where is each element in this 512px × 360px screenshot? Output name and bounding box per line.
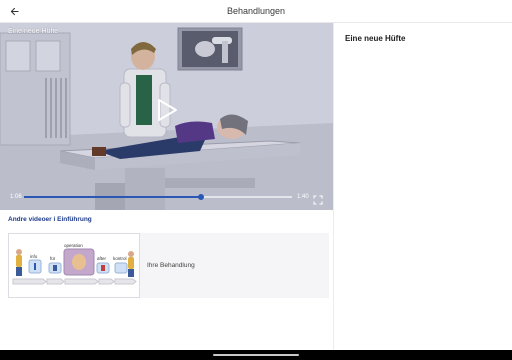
side-panel: Eine neue Hüfte	[333, 23, 512, 350]
step-label-after: after	[97, 256, 107, 261]
current-time: 1:06	[10, 194, 22, 200]
seek-bar[interactable]	[24, 194, 292, 200]
back-button[interactable]	[5, 3, 23, 20]
seek-progress	[24, 196, 201, 198]
home-indicator[interactable]	[213, 354, 299, 356]
system-navigation-bar	[0, 350, 512, 360]
step-label-operation: operation	[64, 243, 83, 248]
duration: 1:40	[297, 194, 309, 200]
seek-handle[interactable]	[197, 194, 204, 200]
fullscreen-button[interactable]	[313, 192, 323, 205]
play-icon	[158, 99, 177, 121]
step-label-info: info	[30, 254, 38, 259]
step-label-fur: für	[50, 256, 56, 261]
arrow-left-icon	[10, 7, 19, 16]
page-title: Behandlungen	[226, 6, 286, 16]
related-videos-heading: Andre videoer i Einführung	[8, 216, 92, 223]
fullscreen-icon	[313, 195, 323, 205]
related-video-title: Ihre Behandlung	[147, 262, 195, 269]
step-label-kontrol: kontrol	[113, 256, 127, 261]
video-thumbnail: info für operation after kontrol	[8, 233, 140, 298]
related-video-card[interactable]: info für operation after kontrol Ihre Be…	[8, 233, 329, 298]
top-app-bar: Behandlungen	[0, 0, 512, 23]
side-panel-title: Eine neue Hüfte	[345, 34, 406, 43]
play-button[interactable]	[154, 97, 180, 123]
video-player[interactable]: Eine neue Hüfte 1:06 1:40	[0, 23, 333, 210]
app-root: Behandlungen Eine neue Hüfte 1:06 1:40 A…	[0, 0, 512, 360]
video-title: Eine neue Hüfte	[8, 28, 59, 35]
